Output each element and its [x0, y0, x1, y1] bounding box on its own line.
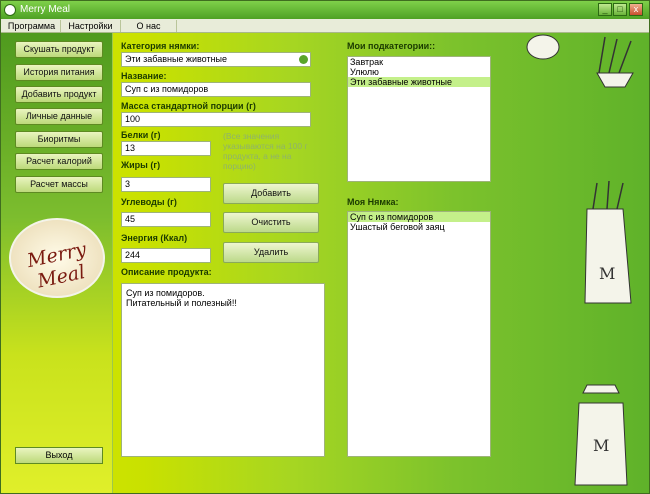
close-button[interactable]: x	[629, 3, 643, 16]
subcategory-item[interactable]: Завтрак	[348, 57, 490, 67]
decorative-illustration: M M	[526, 34, 634, 486]
nav-calorie-calc-button[interactable]: Расчет калорий	[15, 153, 103, 170]
exit-button[interactable]: Выход	[15, 447, 103, 464]
subcategories-label: Мои подкатегории::	[347, 41, 436, 51]
carb-label: Углеводы (г)	[121, 197, 177, 207]
subcategory-item-selected[interactable]: Эти забавные животные	[348, 77, 490, 87]
nav-eat-product-button[interactable]: Скушать продукт	[15, 41, 103, 58]
mass-input[interactable]: 100	[121, 112, 311, 127]
my-food-list[interactable]: Суп с из помидоров Ушастый беговой заяц	[347, 211, 491, 457]
subcategories-list[interactable]: Завтрак Улюлю Эти забавные животные	[347, 56, 491, 182]
name-label: Название:	[121, 71, 167, 81]
category-value: Эти забавные животные	[125, 54, 228, 64]
name-input[interactable]: Суп с из помидоров	[121, 82, 311, 97]
subcategory-item[interactable]: Улюлю	[348, 67, 490, 77]
clear-button[interactable]: Очистить	[223, 212, 319, 233]
nav-history-button[interactable]: История питания	[15, 64, 103, 81]
fat-label: Жиры (г)	[121, 160, 161, 170]
title-bar: Merry Meal _ □ x	[1, 1, 649, 19]
units-hint: (Все значения указываются на 100 г проду…	[223, 131, 308, 171]
carb-input[interactable]: 45	[121, 212, 211, 227]
app-window: Merry Meal _ □ x Программа Настройки О н…	[0, 0, 650, 494]
svg-text:M: M	[593, 436, 609, 455]
energy-input[interactable]: 244	[121, 248, 211, 263]
left-panel: Скушать продукт История питания Добавить…	[1, 33, 113, 493]
description-line: Суп из помидоров.	[126, 288, 205, 298]
protein-input[interactable]: 13	[121, 141, 211, 156]
menu-program[interactable]: Программа	[3, 20, 61, 32]
mass-label: Масса стандартной порции (г)	[121, 101, 256, 111]
menu-bar: Программа Настройки О нас	[1, 19, 649, 33]
energy-label: Энергия (Ккал)	[121, 233, 188, 243]
fat-input[interactable]: 3	[121, 177, 211, 192]
menu-about[interactable]: О нас	[121, 20, 177, 32]
dropdown-icon[interactable]	[299, 55, 308, 64]
menu-settings[interactable]: Настройки	[61, 20, 121, 32]
protein-label: Белки (г)	[121, 130, 161, 140]
nav-biorhythms-button[interactable]: Биоритмы	[15, 131, 103, 148]
category-select[interactable]: Эти забавные животные	[121, 52, 311, 67]
maximize-button[interactable]: □	[613, 3, 627, 16]
description-line: Питательный и полезный!!	[126, 298, 237, 308]
category-label: Категория нямки:	[121, 41, 200, 51]
food-item[interactable]: Ушастый беговой заяц	[348, 222, 490, 232]
description-label: Описание продукта:	[121, 267, 212, 277]
add-button[interactable]: Добавить	[223, 183, 319, 204]
app-icon	[4, 4, 16, 16]
nav-personal-data-button[interactable]: Личные данные	[15, 108, 103, 125]
window-title: Merry Meal	[20, 4, 71, 15]
client-area: Скушать продукт История питания Добавить…	[1, 33, 649, 493]
merry-meal-logo: Merry Meal	[9, 218, 105, 298]
logo-text: Merry Meal	[25, 238, 89, 293]
delete-button[interactable]: Удалить	[223, 242, 319, 263]
my-food-label: Моя Нямка:	[347, 197, 399, 207]
nav-mass-calc-button[interactable]: Расчет массы	[15, 176, 103, 193]
food-item-selected[interactable]: Суп с из помидоров	[348, 212, 490, 222]
nav-add-product-button[interactable]: Добавить продукт	[15, 86, 103, 103]
description-textarea[interactable]: Суп из помидоров. Питательный и полезный…	[121, 283, 325, 457]
minimize-button[interactable]: _	[598, 3, 612, 16]
svg-text:M: M	[599, 264, 615, 283]
